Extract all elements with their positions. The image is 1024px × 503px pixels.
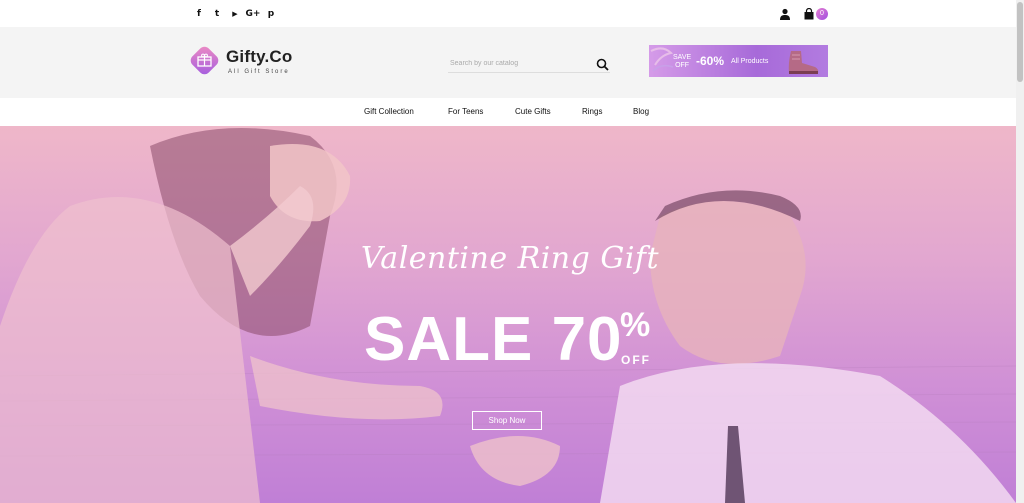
facebook-icon[interactable]: f: [190, 9, 208, 20]
cart-icon[interactable]: [803, 8, 815, 20]
twitter-icon[interactable]: t: [208, 9, 226, 20]
promo-banner[interactable]: SAVE OFF -60% All Products: [649, 45, 828, 77]
search-bar: [448, 56, 610, 73]
search-input[interactable]: [448, 56, 588, 71]
logo-tagline: All Gift Store: [228, 69, 290, 75]
scrollbar-thumb[interactable]: [1017, 2, 1023, 82]
page: f t ▶ G+ p 0 Gifty.Co All Gift Store Sea…: [0, 0, 1024, 503]
promo-label: All Products: [731, 58, 769, 65]
nav-item-rings[interactable]: Rings: [582, 107, 602, 116]
cart-count-badge[interactable]: 0: [816, 8, 828, 20]
nav-item-gift-collection[interactable]: Gift Collection: [364, 107, 414, 116]
hero-sale-text: SALE 70: [364, 305, 623, 374]
nav-item-blog[interactable]: Blog: [633, 107, 649, 116]
page-scrollbar[interactable]: [1016, 0, 1024, 503]
nav-item-cute-gifts[interactable]: Cute Gifts: [515, 107, 551, 116]
youtube-icon[interactable]: ▶: [226, 9, 244, 20]
boot-image: [788, 51, 819, 74]
google-plus-icon[interactable]: G+: [244, 9, 262, 20]
shop-now-button[interactable]: Shop Now: [472, 411, 542, 430]
logo-text[interactable]: Gifty.Co: [226, 47, 292, 67]
hero-percent-symbol: %: [620, 306, 651, 344]
search-icon[interactable]: [596, 58, 609, 71]
main-navigation: Gift Collection For Teens Cute Gifts Rin…: [0, 98, 1016, 126]
logo-gift-icon[interactable]: [188, 44, 221, 77]
promo-percent: -60%: [696, 54, 725, 68]
pinterest-icon[interactable]: p: [262, 9, 280, 20]
user-icon[interactable]: [779, 8, 791, 20]
top-bar: f t ▶ G+ p 0: [0, 0, 1016, 27]
hero-off-label: OFF: [621, 353, 651, 367]
site-header: Gifty.Co All Gift Store SAVE OFF -60% Al…: [0, 27, 1016, 98]
hero-title: Valentine Ring Gift: [360, 241, 660, 276]
social-links: f t ▶ G+ p: [190, 9, 280, 20]
promo-save-label: SAVE OFF: [673, 54, 692, 69]
hero-banner: Valentine Ring Gift SALE 70 % OFF Shop N…: [0, 126, 1016, 503]
nav-item-for-teens[interactable]: For Teens: [448, 107, 483, 116]
